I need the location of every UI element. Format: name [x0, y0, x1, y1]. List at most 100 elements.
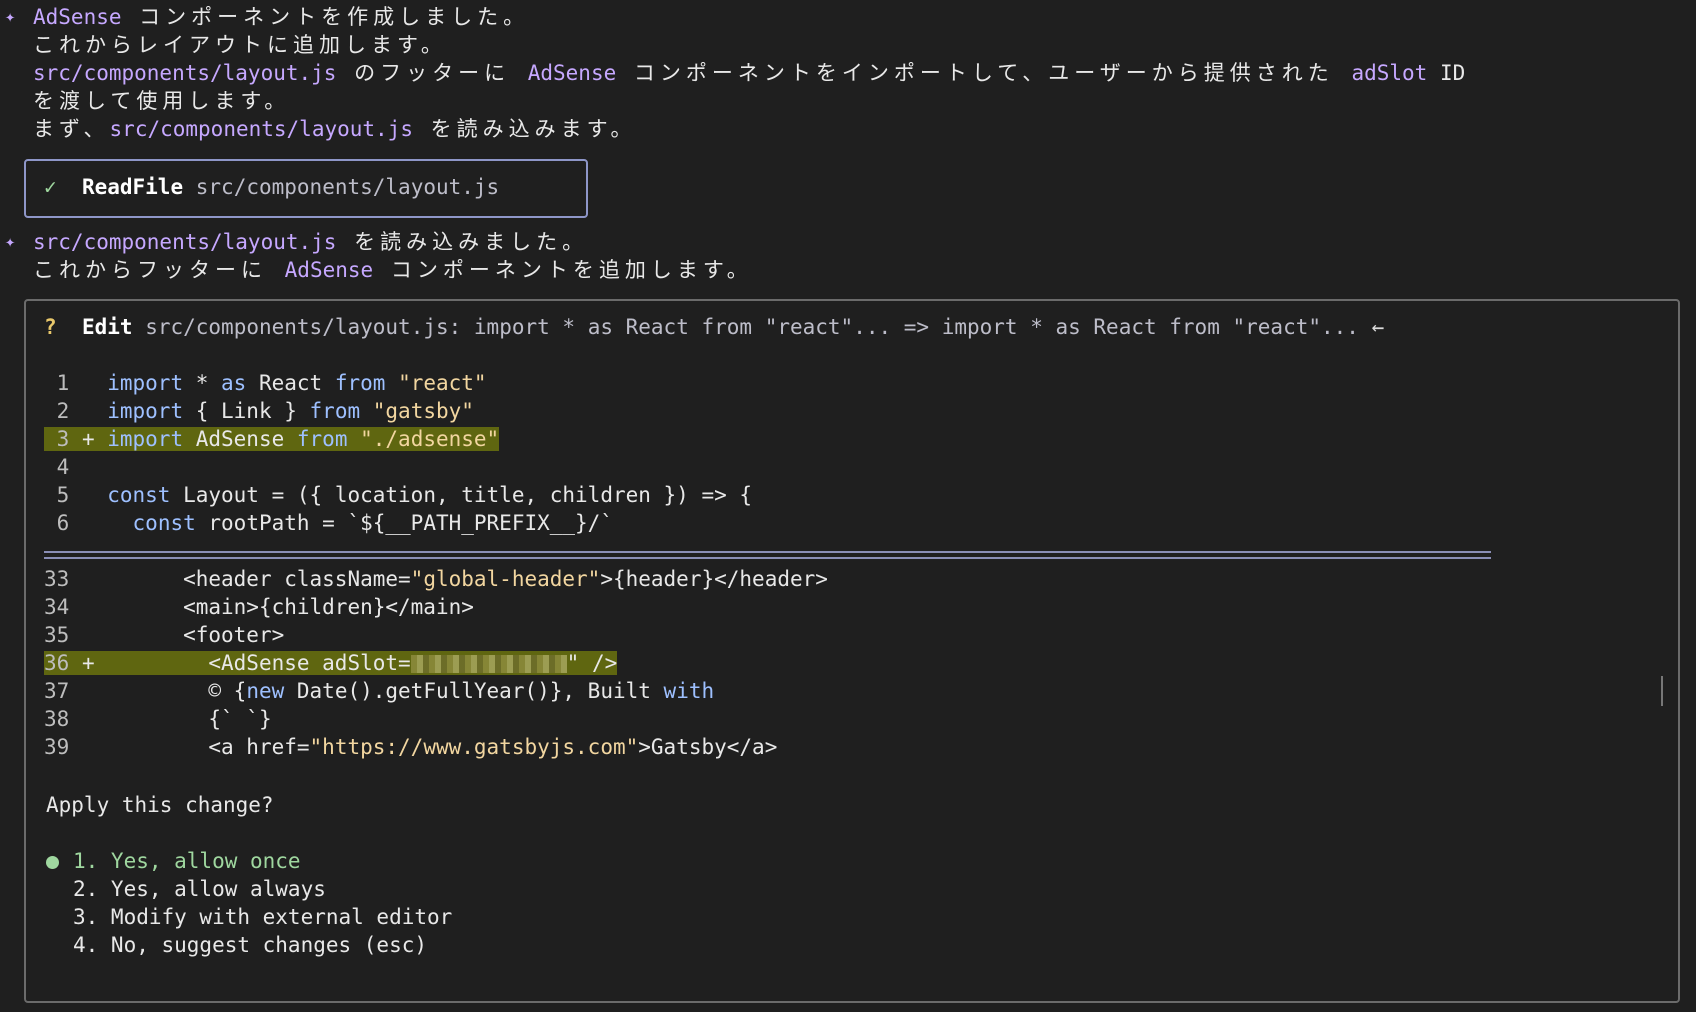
line-number: 34 — [44, 595, 70, 619]
edit-description: src/components/layout.js: import * as Re… — [145, 315, 1359, 339]
diff-sign — [69, 735, 107, 759]
code-token: "react" — [398, 371, 487, 395]
diff-sign — [69, 399, 107, 423]
code-line: 3 + import AdSense from "./adsense" — [44, 425, 500, 453]
code-line: 6 const rootPath = `${__PATH_PREFIX__}/` — [44, 509, 613, 537]
message-line: src/components/layout.js のフッターに AdSense … — [33, 59, 1465, 87]
option-4[interactable]: 4. No, suggest changes (esc) — [73, 931, 427, 959]
message-text: を読み込みました。 — [336, 230, 589, 254]
message-text: コンポーネントを追加します。 — [373, 258, 753, 282]
message-line: AdSense コンポーネントを作成しました。 — [33, 3, 529, 31]
diff-separator — [44, 551, 1491, 559]
code-token: { Link } — [183, 399, 310, 423]
message-line: まず、src/components/layout.js を読み込みます。 — [33, 115, 637, 143]
code-line: 2 import { Link } from "gatsby" — [44, 397, 474, 425]
code-token: from — [309, 399, 361, 423]
diff-sign — [69, 679, 107, 703]
selected-dot-icon — [46, 855, 59, 869]
assistant-star-icon: ✦ — [5, 7, 16, 27]
message-text: これからレイアウトに追加します。 — [33, 33, 447, 57]
code-line: 4 — [44, 453, 107, 481]
message-text: のフッターに — [336, 61, 528, 85]
arrow-left-icon: ← — [1371, 315, 1385, 339]
code-ref: adSlot — [1351, 61, 1428, 85]
option-1[interactable]: 1. Yes, allow once — [46, 847, 301, 875]
apply-question: Apply this change? — [46, 793, 274, 817]
diff-sign: + — [69, 651, 108, 675]
code-token: const — [107, 483, 171, 507]
line-number: 38 — [44, 707, 70, 731]
code-line: 35 <footer> — [44, 621, 284, 649]
diff-sign: + — [69, 427, 108, 451]
code-token: const — [132, 511, 196, 535]
code-ref: src/components/layout.js — [33, 230, 337, 254]
option-label: 4. No, suggest changes (esc) — [73, 933, 428, 957]
code-token: AdSense — [183, 427, 297, 451]
message-text: コンポーネントを作成しました。 — [121, 5, 530, 29]
line-number: 1 — [44, 371, 70, 395]
option-3[interactable]: 3. Modify with external editor — [73, 903, 452, 931]
tool-path: src/components/layout.js — [195, 175, 500, 199]
code-token: import — [107, 399, 184, 423]
line-number: 39 — [44, 735, 70, 759]
code-line: 5 const Layout = ({ location, title, chi… — [44, 481, 752, 509]
code-ref: AdSense — [33, 5, 122, 29]
option-label: 3. Modify with external editor — [73, 905, 453, 929]
code-token: {` `} — [107, 707, 272, 731]
line-number: 2 — [44, 399, 70, 423]
code-token: >Gatsby</a> — [638, 735, 778, 759]
message-line: を渡して使用します。 — [33, 87, 290, 115]
code-token: <footer> — [107, 623, 285, 647]
code-token: * — [183, 371, 222, 395]
message-line: これからフッターに AdSense コンポーネントを追加します。 — [33, 256, 753, 284]
code-token: as — [221, 371, 247, 395]
readfile-line: ✓ ReadFile src/components/layout.js — [44, 173, 499, 201]
edit-tool-box: ? Edit src/components/layout.js: import … — [24, 299, 1680, 1003]
option-2[interactable]: 2. Yes, allow always — [73, 875, 326, 903]
code-token: new — [246, 679, 285, 703]
redacted-value — [410, 655, 567, 673]
code-token: " /> — [566, 651, 618, 675]
message-text: ID — [1427, 61, 1466, 85]
assistant-star-icon: ✦ — [5, 232, 16, 252]
edit-header: ? Edit src/components/layout.js: import … — [44, 313, 1384, 341]
code-line: 37 © {new Date().getFullYear()}, Built w… — [44, 677, 714, 705]
code-token: "global-header" — [410, 567, 601, 591]
code-token: >{header}</header> — [600, 567, 828, 591]
code-line: 33 <header className="global-header">{he… — [44, 565, 828, 593]
tool-name: Edit — [81, 315, 133, 339]
code-ref: src/components/layout.js — [33, 61, 337, 85]
code-token: "./adsense" — [360, 427, 500, 451]
code-token: from — [334, 371, 386, 395]
message-line: これからレイアウトに追加します。 — [33, 31, 447, 59]
code-token: <AdSense adSlot= — [107, 651, 411, 675]
code-token: Layout = ({ location, title, children })… — [170, 483, 753, 507]
option-label: 2. Yes, allow always — [73, 877, 326, 901]
code-token: "gatsby" — [372, 399, 474, 423]
code-line: 39 <a href="https://www.gatsbyjs.com">Ga… — [44, 733, 777, 761]
code-line: 1 import * as React from "react" — [44, 369, 487, 397]
code-token: <main>{children}</main> — [107, 595, 474, 619]
diff-sign — [69, 707, 107, 731]
line-number: 6 — [44, 511, 70, 535]
line-number: 33 — [44, 567, 70, 591]
code-token: "https://www.gatsbyjs.com" — [309, 735, 639, 759]
message-line: src/components/layout.js を読み込みました。 — [33, 228, 588, 256]
code-token: import — [107, 427, 184, 451]
code-line: 38 {` `} — [44, 705, 272, 733]
code-token: © { — [107, 679, 247, 703]
diff-sign — [69, 455, 107, 479]
message-text: を渡して使用します。 — [33, 89, 291, 113]
scrollbar[interactable] — [1661, 676, 1663, 706]
code-token: Date().getFullYear()}, Built — [284, 679, 664, 703]
diff-sign — [69, 511, 107, 535]
question-icon: ? — [44, 315, 57, 339]
diff-sign — [69, 567, 107, 591]
code-token: rootPath = `${__PATH_PREFIX__}/` — [195, 511, 613, 535]
line-number: 37 — [44, 679, 70, 703]
line-number: 3 — [44, 427, 70, 451]
code-ref: AdSense — [284, 258, 374, 282]
